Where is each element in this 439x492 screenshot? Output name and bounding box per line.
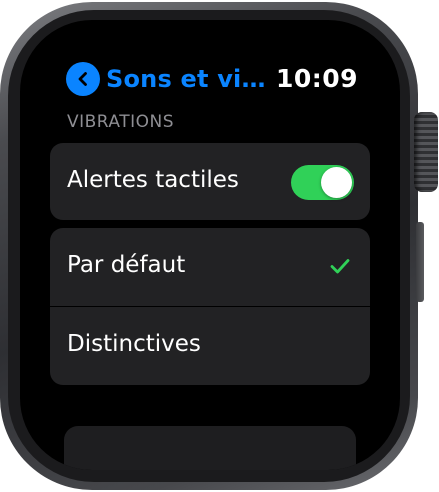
watch-screen: Sons et vi… 10:09 VIBRATIONS Alertes tac…: [20, 20, 400, 470]
checkmark-icon: [328, 254, 352, 278]
clock: 10:09: [276, 64, 359, 93]
back-button[interactable]: Sons et vi…: [66, 62, 266, 96]
side-button[interactable]: [416, 222, 424, 302]
prominent-option-row[interactable]: Distinctives: [50, 307, 370, 385]
prominent-option-label: Distinctives: [67, 331, 201, 357]
haptic-alerts-toggle[interactable]: [291, 165, 354, 200]
back-label: Sons et vi…: [106, 65, 266, 93]
toggle-knob: [321, 167, 352, 198]
haptic-alerts-label: Alertes tactiles: [67, 167, 239, 193]
section-title: VIBRATIONS: [67, 112, 175, 132]
next-list-row[interactable]: [64, 426, 356, 470]
digital-crown[interactable]: [414, 112, 438, 192]
chevron-left-icon: [66, 62, 100, 96]
default-option-label: Par défaut: [67, 252, 186, 278]
default-option-row[interactable]: Par défaut: [50, 228, 370, 306]
watch-device: Sons et vi… 10:09 VIBRATIONS Alertes tac…: [0, 0, 439, 492]
haptic-alerts-row[interactable]: Alertes tactiles: [50, 143, 370, 220]
